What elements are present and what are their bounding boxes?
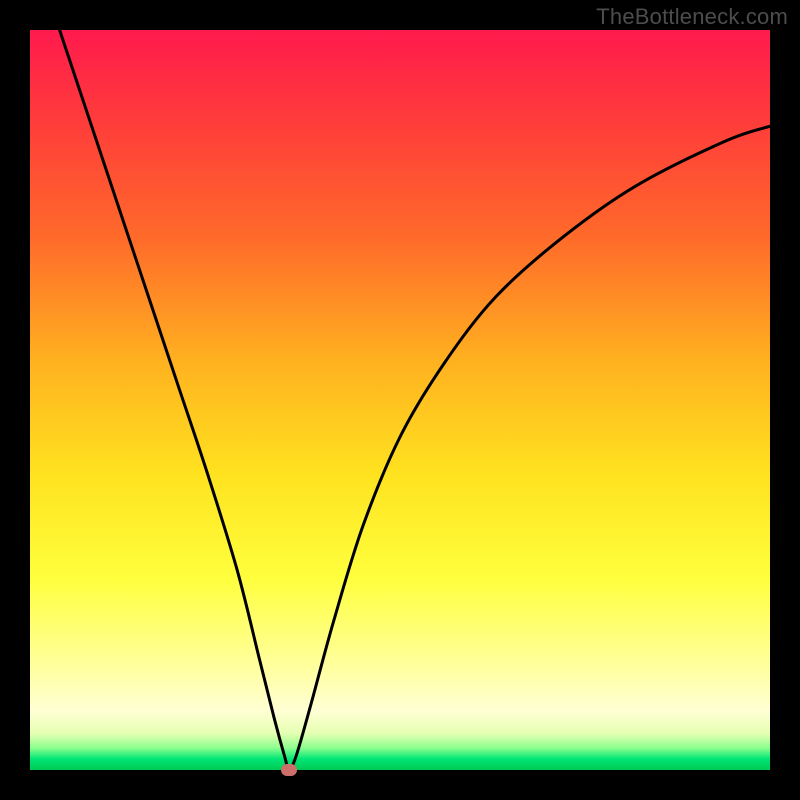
watermark-text: TheBottleneck.com <box>596 4 788 30</box>
plot-area <box>30 30 770 770</box>
bottleneck-curve <box>30 30 770 770</box>
chart-frame: TheBottleneck.com <box>0 0 800 800</box>
optimal-point-marker <box>281 764 297 776</box>
